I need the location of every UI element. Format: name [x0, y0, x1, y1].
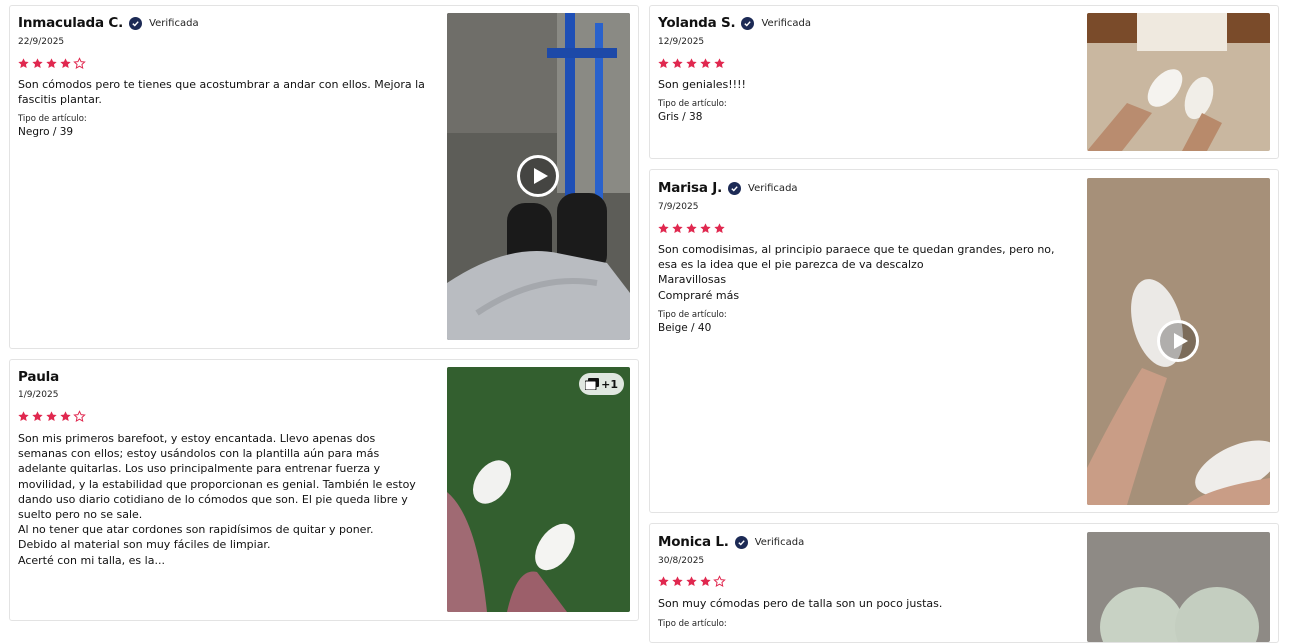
review-date: 7/9/2025 — [658, 202, 699, 212]
star-filled-icon — [658, 58, 669, 69]
star-filled-icon — [700, 58, 711, 69]
verified-label: Verificada — [754, 536, 805, 548]
star-filled-icon — [32, 58, 43, 69]
star-filled-icon — [672, 576, 683, 587]
gallery-count-button[interactable]: +1 — [579, 373, 624, 395]
gallery-icon — [585, 378, 600, 390]
star-empty-icon — [713, 575, 726, 588]
verified-check-icon — [734, 535, 748, 549]
play-icon[interactable] — [517, 155, 559, 197]
review-card: Marisa J. Verificada 7/9/2025 Son comodi… — [649, 169, 1279, 513]
star-rating — [17, 410, 87, 423]
star-rating — [657, 57, 727, 70]
star-rating — [17, 57, 87, 70]
verified-check-icon — [129, 16, 143, 30]
star-filled-icon — [700, 223, 711, 234]
star-filled-icon — [658, 223, 669, 234]
review-card: Paula 1/9/2025 Son mis primeros barefoot… — [9, 359, 639, 621]
star-filled-icon — [700, 576, 711, 587]
review-date: 30/8/2025 — [658, 556, 705, 566]
star-filled-icon — [672, 58, 683, 69]
star-filled-icon — [672, 223, 683, 234]
star-filled-icon — [714, 58, 725, 69]
review-card: Monica L. Verificada 30/8/2025 Son muy c… — [649, 523, 1279, 643]
star-filled-icon — [686, 223, 697, 234]
review-photo[interactable]: +1 — [447, 367, 630, 612]
reviewer-name: Paula — [18, 369, 59, 385]
review-video[interactable] — [1087, 178, 1270, 505]
verified-label: Verificada — [761, 17, 811, 29]
gallery-count: +1 — [601, 377, 618, 391]
star-filled-icon — [46, 411, 57, 422]
review-card: Inmaculada C. Verificada 22/9/2025 Son c… — [9, 5, 639, 349]
review-text: Son cómodos pero te tienes que acostumbr… — [18, 78, 425, 107]
reviewer-name: Yolanda S. — [658, 15, 736, 31]
review-text: Son comodisimas, al principio paraece qu… — [658, 243, 1055, 302]
item-type-value: Negro / 39 — [18, 126, 74, 138]
review-date: 22/9/2025 — [18, 37, 65, 47]
review-card: Yolanda S. Verificada 12/9/2025 Son geni… — [649, 5, 1279, 159]
review-text: Son mis primeros barefoot, y estoy encan… — [18, 432, 416, 567]
item-type-value: Gris / 38 — [658, 111, 703, 123]
item-type-label: Tipo de artículo: — [658, 99, 727, 109]
star-empty-icon — [73, 57, 86, 70]
star-filled-icon — [32, 411, 43, 422]
item-type-label: Tipo de artículo: — [658, 310, 727, 320]
star-filled-icon — [686, 576, 697, 587]
verified-label: Verificada — [149, 17, 199, 29]
star-filled-icon — [46, 58, 57, 69]
review-date: 12/9/2025 — [658, 37, 705, 47]
reviewer-name: Marisa J. — [658, 180, 723, 196]
verified-check-icon — [741, 16, 755, 30]
star-empty-icon — [73, 410, 86, 423]
item-type-value: Beige / 40 — [658, 322, 712, 334]
star-rating — [657, 222, 727, 235]
star-filled-icon — [60, 58, 71, 69]
star-filled-icon — [60, 411, 71, 422]
review-photo[interactable] — [1087, 13, 1270, 151]
star-filled-icon — [658, 576, 669, 587]
review-photo[interactable] — [1087, 532, 1270, 642]
reviewer-name: Inmaculada C. — [18, 15, 124, 31]
review-video[interactable] — [447, 13, 630, 340]
star-filled-icon — [714, 223, 725, 234]
verified-check-icon — [728, 181, 742, 195]
reviewer-name: Monica L. — [658, 534, 729, 550]
review-date: 1/9/2025 — [18, 390, 59, 400]
review-text: Son muy cómodas pero de talla son un poc… — [658, 597, 943, 610]
play-icon[interactable] — [1157, 320, 1199, 362]
verified-label: Verificada — [748, 182, 798, 194]
star-filled-icon — [18, 58, 29, 69]
review-text: Son geniales!!!! — [658, 78, 746, 91]
star-filled-icon — [686, 58, 697, 69]
star-rating — [657, 575, 727, 588]
item-type-label: Tipo de artículo: — [18, 114, 87, 124]
star-filled-icon — [18, 411, 29, 422]
